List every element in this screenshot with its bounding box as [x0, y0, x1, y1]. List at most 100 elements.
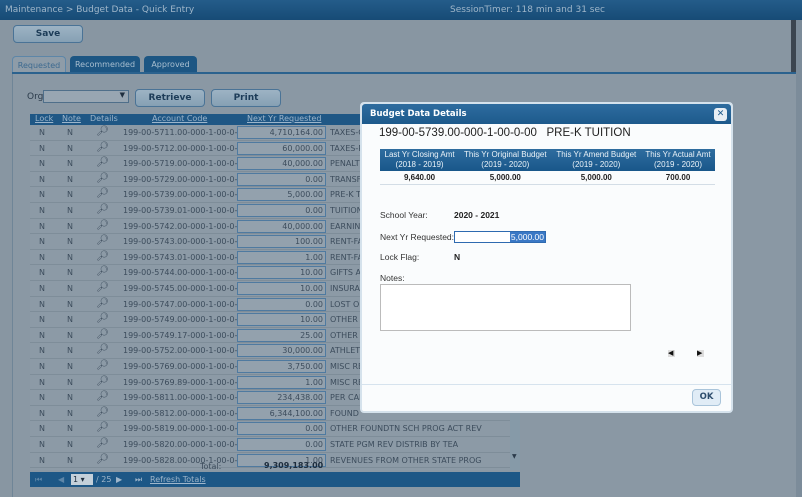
magnifier-icon[interactable]: 🔍︎	[96, 454, 109, 465]
amount-input[interactable]: 3,750.00	[237, 360, 326, 373]
stats-header-title: This Yr Actual Amt	[645, 150, 711, 159]
amount-input[interactable]: 10.00	[237, 282, 326, 295]
tab-requested[interactable]: Requested	[12, 56, 66, 73]
magnifier-icon[interactable]: 🔍︎	[96, 204, 109, 215]
amount-input[interactable]: 5,000.00	[237, 188, 326, 202]
previous-record-icon[interactable]: ◀	[668, 350, 675, 357]
col-details: Details	[90, 114, 118, 123]
amount-input[interactable]: 40,000.00	[237, 219, 326, 233]
table-row[interactable]: N N 🔍︎ 199-00-5819.00-000-1-00-0-00 0.00…	[30, 421, 510, 437]
lock-cell: N	[39, 393, 45, 403]
close-icon[interactable]: ✕	[714, 108, 727, 121]
next-page-icon[interactable]: ▶	[116, 475, 122, 484]
magnifier-icon[interactable]: 🔍︎	[96, 391, 109, 402]
notes-textarea[interactable]	[380, 284, 631, 331]
stats-header-title: This Yr Original Budget	[464, 150, 547, 159]
col-account-code[interactable]: Account Code	[152, 114, 207, 123]
total-value: 9,309,183.00	[264, 461, 324, 470]
magnifier-icon[interactable]: 🔍︎	[96, 422, 109, 433]
school-year-value: 2020 - 2021	[454, 210, 500, 220]
col-next-yr-requested[interactable]: Next Yr Requested	[247, 114, 321, 123]
prev-page-icon[interactable]: ◀	[58, 475, 64, 484]
table-row[interactable]: N N 🔍︎ 199-00-5820.00-000-1-00-0-00 0.00…	[30, 437, 510, 453]
lock-cell: N	[39, 440, 45, 449]
magnifier-icon[interactable]: 🔍︎	[96, 173, 109, 184]
next-record-icon[interactable]: ▶	[697, 350, 704, 357]
lock-cell: N	[39, 190, 45, 200]
tab-recommended[interactable]: Recommended	[70, 56, 140, 73]
account-code-cell: 199-00-5744.00-000-1-00-0-00	[123, 268, 248, 278]
magnifier-icon[interactable]: 🔍︎	[96, 235, 109, 246]
tab-approved[interactable]: Approved	[144, 56, 197, 73]
amount-input[interactable]: 25.00	[237, 328, 326, 342]
col-lock[interactable]: Lock	[35, 114, 53, 123]
magnifier-icon[interactable]: 🔍︎	[96, 376, 109, 387]
amount-input[interactable]: 1.00	[237, 375, 326, 389]
amount-input[interactable]: 0.00	[237, 422, 326, 436]
magnifier-icon[interactable]: 🔍︎	[96, 329, 109, 340]
col-note[interactable]: Note	[62, 114, 81, 123]
amount-input[interactable]: 0.00	[237, 438, 326, 451]
amount-input[interactable]: 4,710,164.00	[237, 126, 326, 139]
amount-input[interactable]: 0.00	[237, 297, 326, 311]
amount-input[interactable]: 6,344,100.00	[237, 406, 326, 420]
ok-button[interactable]: OK	[692, 389, 721, 406]
magnifier-icon[interactable]: 🔍︎	[96, 282, 109, 293]
account-code-cell: 199-00-5820.00-000-1-00-0-00	[123, 440, 248, 449]
org-select[interactable]: ▼	[43, 90, 129, 103]
amount-input[interactable]: 1.00	[237, 250, 326, 264]
stats-value: 9,640.00	[380, 171, 460, 185]
note-cell: N	[67, 159, 73, 169]
note-cell: N	[67, 408, 73, 418]
chevron-down-icon: ▼	[119, 91, 125, 99]
page-select[interactable]: 1 ▾	[71, 474, 93, 485]
lock-cell: N	[39, 299, 45, 309]
description-cell: REVENUES FROM OTHER STATE PROG	[330, 455, 482, 465]
first-page-icon[interactable]: ⏮	[35, 475, 42, 485]
magnifier-icon[interactable]: 🔍︎	[96, 407, 109, 418]
amount-input[interactable]: 60,000.00	[237, 141, 326, 155]
lock-cell: N	[39, 252, 45, 262]
amount-input[interactable]: 10.00	[237, 313, 326, 327]
pager: ⏮ ◀ 1 ▾ / 25 ▶ ⏭ Refresh Totals	[30, 472, 520, 487]
retrieve-button[interactable]: Retrieve	[135, 89, 205, 107]
magnifier-icon[interactable]: 🔍︎	[96, 126, 109, 137]
magnifier-icon[interactable]: 🔍︎	[96, 157, 109, 168]
title-bar: Maintenance > Budget Data - Quick Entry …	[0, 0, 802, 20]
stats-header: Last Yr Closing Amt (2018 - 2019)	[380, 149, 460, 171]
dialog-title-text: Budget Data Details	[370, 109, 467, 119]
magnifier-icon[interactable]: 🔍︎	[96, 313, 109, 324]
magnifier-icon[interactable]: 🔍︎	[96, 360, 109, 371]
amount-input[interactable]: 0.00	[237, 204, 326, 217]
note-cell: N	[67, 440, 73, 449]
next-yr-requested-label: Next Yr Requested:	[380, 232, 455, 242]
account-code-cell: 199-00-5745.00-000-1-00-0-00	[123, 284, 248, 293]
print-button[interactable]: Print	[211, 89, 281, 107]
magnifier-icon[interactable]: 🔍︎	[96, 142, 109, 153]
magnifier-icon[interactable]: 🔍︎	[96, 438, 109, 449]
lock-cell: N	[39, 424, 45, 434]
note-cell: N	[67, 190, 73, 200]
lock-flag-label: Lock Flag:	[380, 252, 420, 262]
school-year-label: School Year:	[380, 210, 428, 220]
magnifier-icon[interactable]: 🔍︎	[96, 251, 109, 262]
amount-input[interactable]: 30,000.00	[237, 344, 326, 358]
magnifier-icon[interactable]: 🔍︎	[96, 298, 109, 309]
next-yr-requested-input[interactable]: 5,000.00	[454, 231, 546, 243]
account-code-cell: 199-00-5747.00-000-1-00-0-00	[123, 299, 248, 309]
amount-input[interactable]: 40,000.00	[237, 157, 326, 171]
magnifier-icon[interactable]: 🔍︎	[96, 266, 109, 277]
amount-input[interactable]: 100.00	[237, 235, 326, 249]
account-code-cell: 199-00-5719.00-000-1-00-0-00	[123, 159, 248, 169]
magnifier-icon[interactable]: 🔍︎	[96, 220, 109, 231]
amount-input[interactable]: 0.00	[237, 172, 326, 186]
magnifier-icon[interactable]: 🔍︎	[96, 344, 109, 355]
last-page-icon[interactable]: ⏭	[135, 475, 142, 485]
refresh-totals-link[interactable]: Refresh Totals	[150, 475, 206, 484]
magnifier-icon[interactable]: 🔍︎	[96, 188, 109, 199]
amount-input[interactable]: 10.00	[237, 266, 326, 280]
lock-cell: N	[39, 143, 45, 153]
amount-input[interactable]: 234,438.00	[237, 391, 326, 405]
scroll-down-icon[interactable]: ▼	[512, 453, 517, 460]
save-button[interactable]: Save	[13, 25, 83, 43]
